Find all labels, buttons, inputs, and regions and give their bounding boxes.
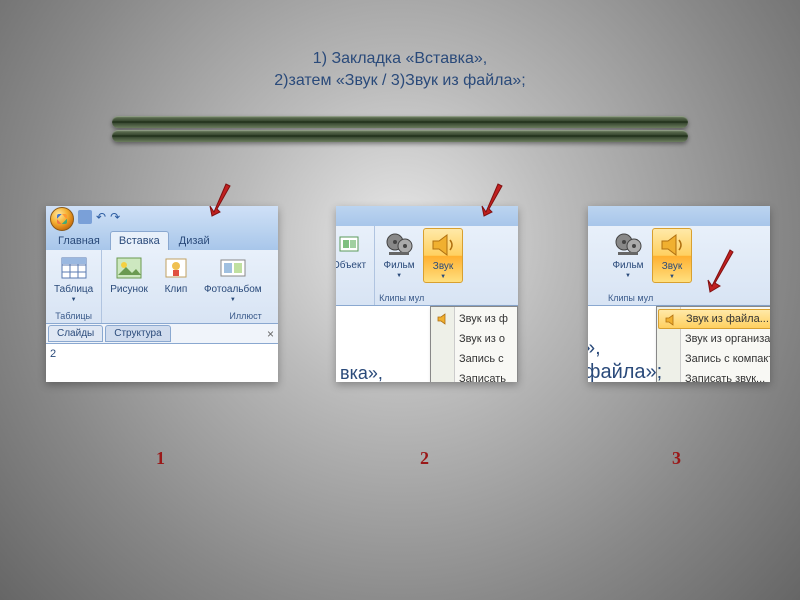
ribbon-group-tables: Таблица ▼ Таблицы [46,250,102,323]
pane-close-icon[interactable]: × [267,327,274,341]
clip-button[interactable]: Клип [156,252,196,297]
ribbon-group-illustrations: Рисунок Клип Фотоальбом ▼ Иллюст [102,250,269,323]
step-label-3: 3 [672,448,681,469]
pane-tab-slides[interactable]: Слайды [48,325,103,342]
ribbon: Объект Фильм ▼ Звук ▼ [336,226,518,306]
slide-pane-tabs: Слайды Структура × [46,324,278,344]
menu-record-sound[interactable]: Записать звук... [657,369,770,382]
ribbon: Таблица ▼ Таблицы Рисунок Клип [46,250,278,324]
menu-sound-from-file[interactable]: Звук из файла... [658,309,770,329]
qat-redo-icon[interactable]: ↷ [110,210,120,224]
sound-label: Звук [433,261,454,272]
ribbon-tabstrip: Главная Вставка Дизай [46,228,278,250]
dropdown-arrow-icon: ▼ [440,274,446,280]
red-arrow-2 [478,182,508,222]
clip-icon [162,254,190,282]
object-icon [336,230,363,258]
group-label-illust: Иллюст [106,309,265,321]
slide-text-partial-1: », [588,337,601,360]
menu-sound-from-file[interactable]: Звук из ф [431,309,517,329]
slide-thumbnail-area: 2 [46,344,278,382]
window-titlebar: ↶ ↷ [46,206,278,228]
photoalbum-label: Фотоальбом [204,284,262,295]
tab-home[interactable]: Главная [50,232,108,250]
qat-undo-icon[interactable]: ↶ [96,210,106,224]
ribbon-group-text: Объект [336,226,375,305]
film-button[interactable]: Фильм ▼ [608,228,648,281]
group-label-media: Клипы мул [608,291,692,303]
menu-sound-from-organizer[interactable]: Звук из организато [657,329,770,349]
group-label-tables: Таблицы [50,309,97,321]
red-arrow-3 [706,248,736,298]
red-arrow-1 [206,182,236,222]
step-label-2: 2 [420,448,429,469]
film-button[interactable]: Фильм ▼ [379,228,419,281]
menu-label: Звук из ф [459,313,508,325]
menu-record-sound[interactable]: Записать [431,369,517,382]
slide-text-partial: вка», [340,363,383,382]
film-label: Фильм [612,260,643,271]
step-label-1: 1 [156,448,165,469]
menu-record-from-cd[interactable]: Запись с компакт-д [657,349,770,369]
screenshot-1: ↶ ↷ Главная Вставка Дизай Таблица ▼ Табл… [46,206,278,382]
table-button[interactable]: Таблица ▼ [50,252,97,305]
film-icon [385,230,413,258]
photoalbum-icon [219,254,247,282]
dropdown-arrow-icon: ▼ [669,274,675,280]
speaker-small-icon [436,312,452,328]
clip-label: Клип [165,284,188,295]
speaker-icon [429,231,457,259]
menu-sound-from-organizer[interactable]: Звук из о [431,329,517,349]
dropdown-arrow-icon: ▼ [396,273,402,279]
object-label: Объект [336,260,366,271]
screenshot-3: Фильм ▼ Звук ▼ Клипы мул Звук из файла..… [588,206,770,382]
dropdown-arrow-icon: ▼ [230,297,236,303]
slide-number: 2 [46,344,66,382]
sound-label: Звук [662,261,683,272]
sound-dropdown-menu: Звук из файла... Звук из организато Запи… [656,306,770,382]
object-button[interactable]: Объект [336,228,370,273]
tab-design[interactable]: Дизай [171,232,218,250]
screenshot-2: Объект Фильм ▼ Звук ▼ [336,206,518,382]
sound-button[interactable]: Звук ▼ [423,228,463,283]
ribbon: Фильм ▼ Звук ▼ Клипы мул [588,226,770,306]
office-orb-button[interactable] [50,207,74,231]
ribbon-group-media: Фильм ▼ Звук ▼ Клипы мул [588,226,696,305]
picture-icon [115,254,143,282]
decorative-divider [112,116,688,144]
ribbon-tabstrip-partial [588,206,770,226]
tab-insert[interactable]: Вставка [110,231,169,250]
picture-label: Рисунок [110,284,148,295]
photoalbum-button[interactable]: Фотоальбом ▼ [200,252,266,305]
qat-save-icon[interactable] [78,210,92,224]
film-icon [614,230,642,258]
table-icon [60,254,88,282]
sound-dropdown-menu: Звук из ф Звук из о Запись с Записать [430,306,518,382]
title-line-2: 2)затем «Звук / 3)Звук из файла»; [0,70,800,92]
pane-tab-structure[interactable]: Структура [105,325,170,342]
picture-button[interactable]: Рисунок [106,252,152,297]
group-label-media: Клипы мул [379,291,463,303]
speaker-small-icon [664,313,680,329]
speaker-icon [658,231,686,259]
sound-button[interactable]: Звук ▼ [652,228,692,283]
menu-label: Звук из файла... [686,313,769,325]
ribbon-group-media: Фильм ▼ Звук ▼ Клипы мул [375,226,467,305]
menu-record-from-cd[interactable]: Запись с [431,349,517,369]
dropdown-arrow-icon: ▼ [625,273,631,279]
table-label: Таблица [54,284,93,295]
slide-text-partial-2: файла»; [588,361,662,382]
instruction-title: 1) Закладка «Вставка», 2)затем «Звук / 3… [0,48,800,93]
film-label: Фильм [384,260,415,271]
title-line-1: 1) Закладка «Вставка», [0,48,800,70]
dropdown-arrow-icon: ▼ [71,297,77,303]
